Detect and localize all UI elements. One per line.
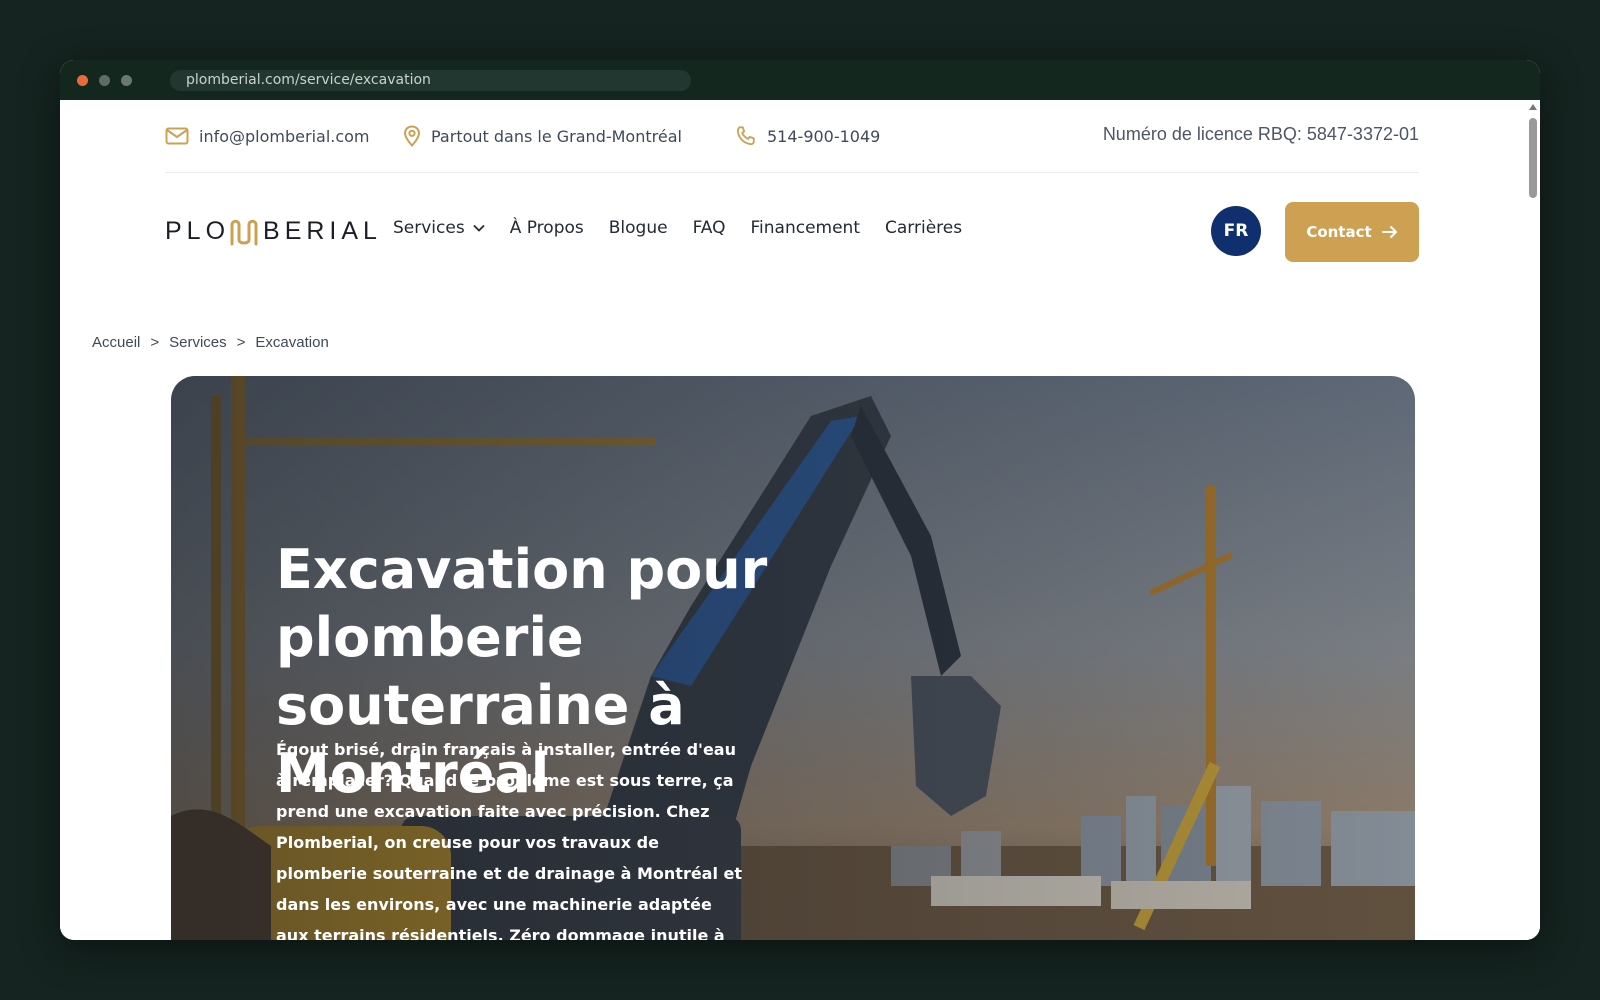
nav-item-blogue[interactable]: Blogue <box>609 218 668 238</box>
nav-item-financement[interactable]: Financement <box>751 218 861 238</box>
email-text: info@plomberial.com <box>199 126 370 146</box>
nav-item-services[interactable]: Services <box>393 218 485 238</box>
nav-item-label: Blogue <box>608 218 668 238</box>
language-switch-button[interactable]: FR <box>1211 206 1261 256</box>
breadcrumb-services-link[interactable]: Services <box>169 334 227 351</box>
contact-button-label: Contact <box>1306 223 1372 241</box>
logo-text-left: PLO <box>165 216 231 245</box>
breadcrumb-separator: > <box>236 334 246 351</box>
hero-description: Égout brisé, drain français à installer,… <box>276 740 743 940</box>
phone-text: 514-900-1049 <box>767 126 881 146</box>
browser-chrome: plomberial.com/service/excavation <box>60 60 1540 100</box>
breadcrumb-home-link[interactable]: Accueil <box>92 334 140 351</box>
hero-banner: Excavation pour plomberie souterraine à … <box>171 376 1415 940</box>
plomberial-logo[interactable]: PLO BERIAL <box>165 215 382 247</box>
minimize-window-button[interactable] <box>99 75 110 86</box>
map-pin-icon <box>403 125 421 147</box>
logo-text-right: BERIAL <box>263 216 382 245</box>
scrollbar-thumb[interactable] <box>1529 118 1537 198</box>
nav-item-label: À Propos <box>509 218 584 238</box>
page-viewport: info@plomberial.com Partout dans le Gran… <box>60 100 1540 940</box>
close-window-button[interactable] <box>77 75 88 86</box>
contact-button[interactable]: Contact <box>1285 202 1419 262</box>
page-scrollbar[interactable] <box>1526 100 1540 940</box>
breadcrumb-current: Excavation <box>255 334 329 351</box>
nav-item-faq[interactable]: FAQ <box>693 218 726 238</box>
chevron-down-icon <box>473 224 485 232</box>
top-info-bar: info@plomberial.com Partout dans le Gran… <box>165 100 1419 173</box>
mail-icon <box>165 127 189 145</box>
nav-item-label: FAQ <box>692 218 726 238</box>
breadcrumb-separator: > <box>150 334 160 351</box>
nav-item-a-propos[interactable]: À Propos <box>510 218 584 238</box>
nav-item-carrieres[interactable]: Carrières <box>885 218 962 238</box>
main-navigation: PLO BERIAL Services À Propos Blogue FAQ … <box>165 200 1419 262</box>
nav-menu: Services À Propos Blogue FAQ Financement <box>393 218 987 238</box>
phone-icon <box>736 126 755 146</box>
browser-window: plomberial.com/service/excavation info@p… <box>60 60 1540 940</box>
address-bar[interactable]: plomberial.com/service/excavation <box>170 70 691 91</box>
nav-item-label: Financement <box>750 218 861 238</box>
email-link[interactable]: info@plomberial.com <box>165 124 370 148</box>
breadcrumb: Accueil > Services > Excavation <box>92 334 329 351</box>
logo-mark-icon <box>230 219 258 246</box>
nav-item-label: Services <box>393 218 465 238</box>
service-area: Partout dans le Grand-Montréal <box>403 124 682 148</box>
arrow-right-icon <box>1381 226 1397 238</box>
scroll-up-arrow-icon[interactable] <box>1529 104 1537 110</box>
maximize-window-button[interactable] <box>121 75 132 86</box>
license-number: Numéro de licence RBQ: 5847-3372-01 <box>1102 124 1419 144</box>
phone-link[interactable]: 514-900-1049 <box>735 124 880 148</box>
nav-item-label: Carrières <box>885 218 963 238</box>
location-text: Partout dans le Grand-Montréal <box>431 126 682 146</box>
